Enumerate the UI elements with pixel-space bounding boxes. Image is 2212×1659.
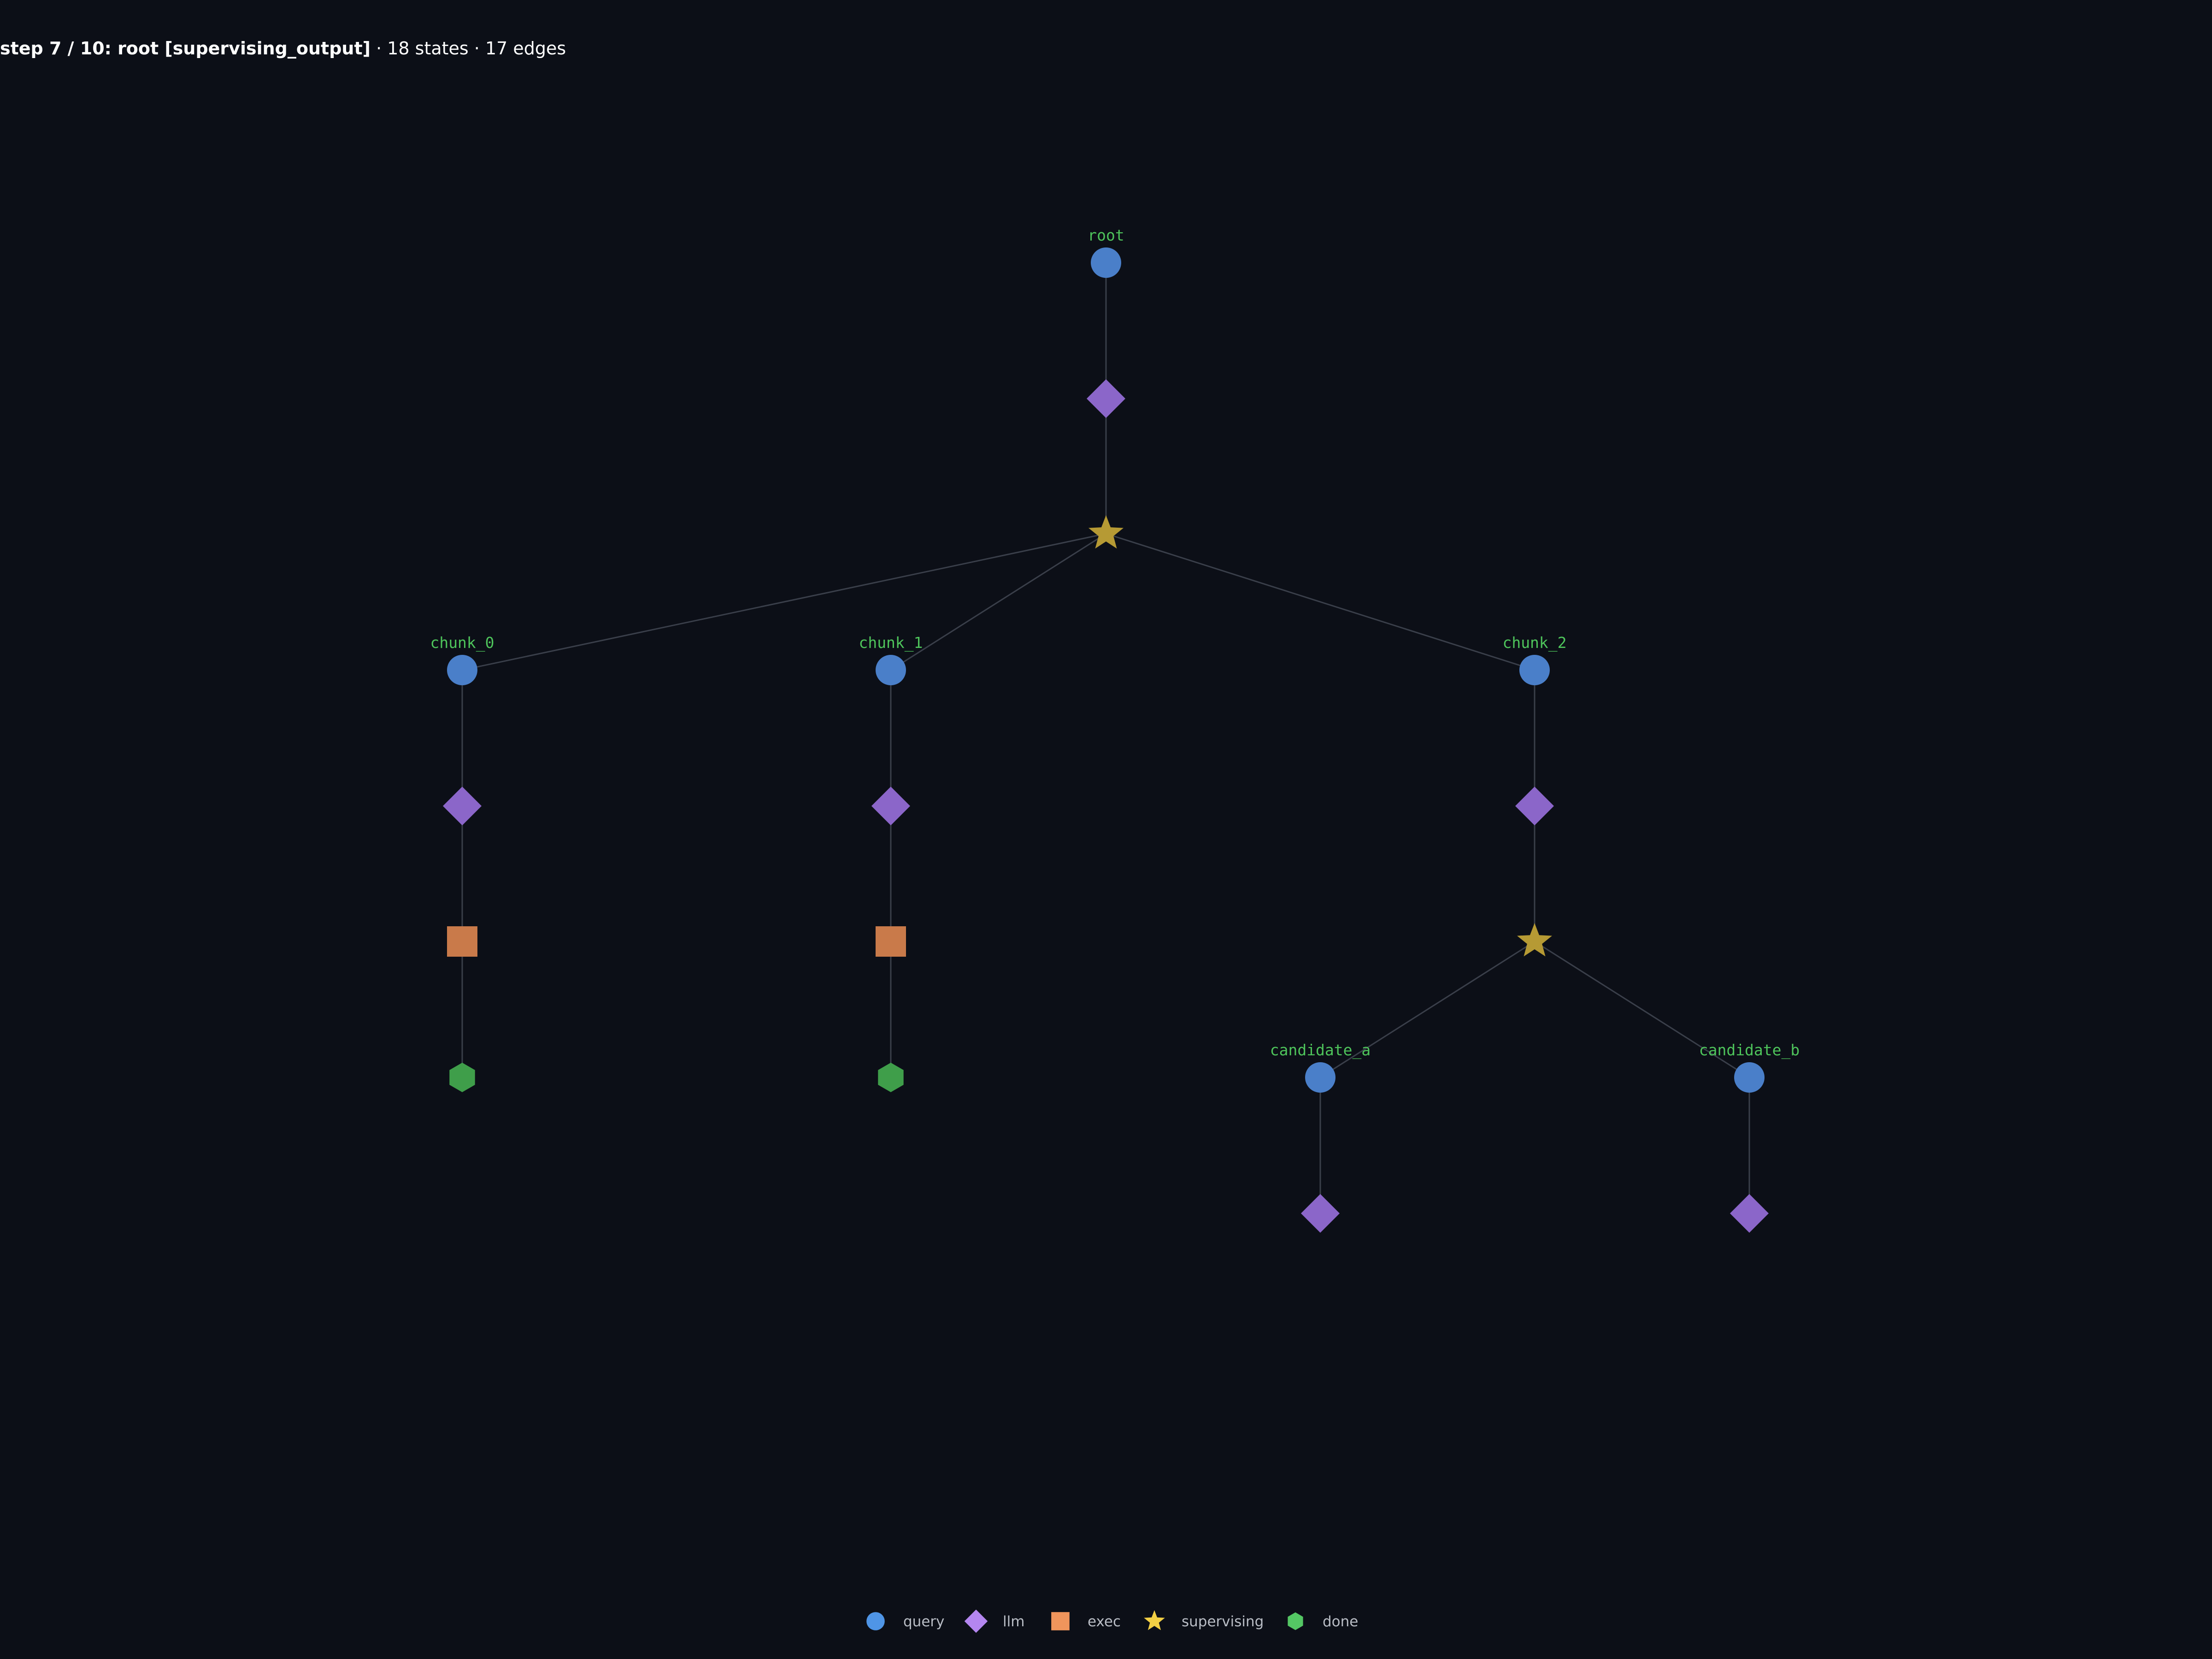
legend-label: query xyxy=(903,1613,945,1630)
page-title-stats: · 18 states · 17 edges xyxy=(371,38,566,59)
page-title-step: step 7 / 10: root [supervising_output] xyxy=(0,38,371,59)
edge-n2-n4 xyxy=(890,533,1106,671)
node-query-chunk_2[interactable]: chunk_2 xyxy=(1502,634,1567,685)
node-query-chunk_0[interactable]: chunk_0 xyxy=(430,634,494,685)
node-llm-n16[interactable] xyxy=(1301,1194,1340,1233)
legend-label: exec xyxy=(1088,1613,1121,1630)
legend-item-query: query xyxy=(866,1612,945,1630)
node-label: chunk_2 xyxy=(1502,634,1566,652)
legend-supervising-icon xyxy=(1144,1610,1165,1630)
node-llm-n17[interactable] xyxy=(1730,1194,1769,1233)
supervising-node-shape xyxy=(1088,515,1124,549)
query-node-shape xyxy=(1305,1062,1335,1093)
query-node-shape xyxy=(876,655,906,685)
done-node-shape xyxy=(449,1063,475,1092)
node-label: chunk_0 xyxy=(430,634,494,652)
legend-llm-icon xyxy=(964,1609,988,1633)
legend-item-done: done xyxy=(1288,1612,1358,1630)
legend-label: done xyxy=(1323,1613,1358,1630)
node-llm-n6[interactable] xyxy=(443,787,482,825)
llm-node-shape xyxy=(1515,787,1554,825)
legend-item-llm: llm xyxy=(964,1609,1024,1633)
node-label: chunk_1 xyxy=(859,634,923,652)
node-query-root[interactable]: root xyxy=(1088,226,1124,278)
llm-node-shape xyxy=(1087,379,1125,418)
exec-node-shape xyxy=(447,926,477,957)
llm-node-shape xyxy=(1301,1194,1340,1233)
legend-exec-icon xyxy=(1051,1612,1070,1630)
legend-query-icon xyxy=(866,1612,885,1630)
llm-node-shape xyxy=(443,787,482,825)
page-title: step 7 / 10: root [supervising_output] ·… xyxy=(0,38,566,59)
legend-item-exec: exec xyxy=(1051,1612,1121,1630)
node-query-chunk_1[interactable]: chunk_1 xyxy=(859,634,923,685)
node-label: candidate_a xyxy=(1270,1041,1371,1059)
llm-node-shape xyxy=(1730,1194,1769,1233)
legend-done-icon xyxy=(1288,1612,1303,1630)
exec-node-shape xyxy=(876,926,906,957)
query-node-shape xyxy=(447,655,477,685)
query-node-shape xyxy=(1091,247,1121,278)
node-exec-n9[interactable] xyxy=(447,926,477,957)
node-exec-n10[interactable] xyxy=(876,926,906,957)
llm-node-shape xyxy=(871,787,910,825)
node-query-candidate_b[interactable]: candidate_b xyxy=(1699,1041,1800,1093)
node-label: candidate_b xyxy=(1699,1041,1800,1059)
node-supervising-n2[interactable] xyxy=(1088,515,1124,549)
legend-label: llm xyxy=(1003,1613,1024,1630)
legend-item-supervising: supervising xyxy=(1144,1610,1264,1630)
query-node-shape xyxy=(1734,1062,1765,1093)
node-done-n13[interactable] xyxy=(878,1063,904,1092)
node-done-n12[interactable] xyxy=(449,1063,475,1092)
supervising-node-shape xyxy=(1517,923,1552,957)
state-graph-canvas: step 7 / 10: root [supervising_output] ·… xyxy=(0,38,1800,1633)
node-query-candidate_a[interactable]: candidate_a xyxy=(1270,1041,1371,1093)
node-llm-n7[interactable] xyxy=(871,787,910,825)
query-node-shape xyxy=(1519,655,1550,685)
node-label: root xyxy=(1088,226,1124,244)
edge-n2-n5 xyxy=(1106,533,1535,671)
node-llm-n1[interactable] xyxy=(1087,379,1125,418)
legend: query llm exec supervising done xyxy=(866,1609,1358,1633)
edge-n2-n3 xyxy=(462,533,1106,671)
node-llm-n8[interactable] xyxy=(1515,787,1554,825)
node-supervising-n11[interactable] xyxy=(1517,923,1552,957)
graph-nodes: root chunk_0 chunk_1 chunk_2 candidate_a cand… xyxy=(430,226,1800,1233)
legend-label: supervising xyxy=(1182,1613,1264,1630)
done-node-shape xyxy=(878,1063,904,1092)
